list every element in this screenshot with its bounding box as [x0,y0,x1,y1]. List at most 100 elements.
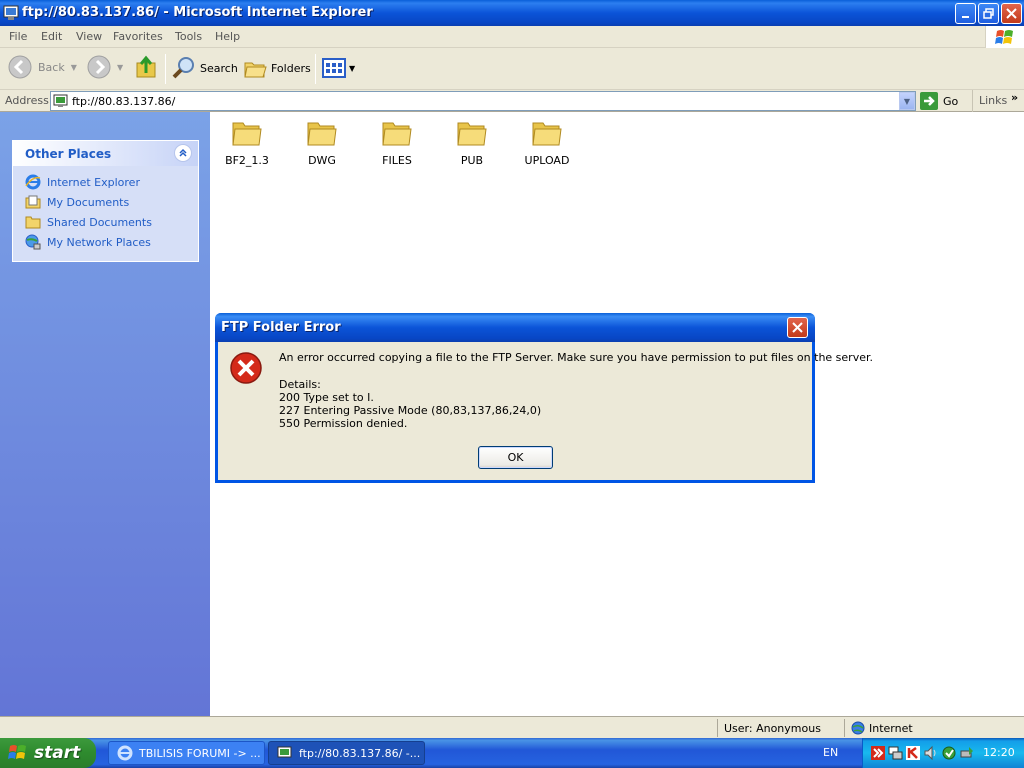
go-button[interactable]: Go [920,92,958,110]
restore-button[interactable] [978,3,999,24]
start-button[interactable]: start [0,738,96,768]
antivirus-icon[interactable] [870,745,886,761]
folder-icon [457,122,487,146]
close-icon [1006,8,1017,19]
detail-line: 550 Permission denied. [279,417,408,430]
folder-icon [532,122,562,146]
menu-file[interactable]: File [9,30,27,43]
collapse-panel-button[interactable] [174,144,192,162]
folder-item[interactable]: FILES [367,118,427,167]
tray-utility-icon[interactable] [941,745,957,761]
close-window-button[interactable] [1001,3,1022,24]
place-shared-documents[interactable]: Shared Documents [25,213,152,231]
safely-remove-hardware-icon[interactable] [959,745,975,761]
folders-icon [244,62,267,78]
details-label: Details: [279,378,321,391]
status-bar: User: Anonymous Internet [0,716,1024,738]
taskbar: start TBILISIS FORUMI -> ... ftp://80.83… [0,738,1024,768]
windows-logo [985,26,1024,48]
status-zone: Internet [844,719,1024,737]
network-icon [25,234,41,250]
menu-edit[interactable]: Edit [41,30,62,43]
address-input[interactable]: ftp://80.83.137.86/ ▼ [50,91,916,111]
standard-toolbar: Back ▼ ▼ Search Folders ▼ [0,48,1024,90]
place-internet-explorer[interactable]: Internet Explorer [25,173,140,191]
dialog-close-button[interactable] [787,317,808,338]
menu-bar: File Edit View Favorites Tools Help [0,26,1024,48]
other-places-header[interactable]: Other Places [13,141,198,166]
folder-name: BF2_1.3 [225,154,269,167]
detail-line: 200 Type set to I. [279,391,374,404]
folder-icon [25,216,41,229]
menu-favorites[interactable]: Favorites [113,30,163,43]
up-folder-icon [136,55,156,78]
search-icon [172,57,194,79]
close-icon [792,322,803,333]
folder-name: FILES [382,154,412,167]
folder-item[interactable]: DWG [292,118,352,167]
network-connection-icon[interactable] [887,745,903,761]
my-documents-icon [25,195,41,209]
window-titlebar[interactable]: ftp://80.83.137.86/ - Microsoft Internet… [0,0,1024,26]
folder-icon [307,122,337,146]
toolbar-separator [315,54,316,84]
ftp-error-dialog: FTP Folder Error An error occurred copyi… [215,313,873,483]
toolbar-separator [165,54,166,84]
clock[interactable]: 12:20 [983,746,1015,759]
address-label: Address [5,94,49,107]
window-title: ftp://80.83.137.86/ - Microsoft Internet… [22,5,373,20]
forward-button[interactable]: ▼ [87,55,123,79]
place-my-documents[interactable]: My Documents [25,193,129,211]
ie-icon [25,174,41,190]
internet-globe-icon [851,721,865,735]
address-value: ftp://80.83.137.86/ [72,95,176,108]
up-folder-button[interactable] [135,55,159,84]
other-places-title: Other Places [25,147,112,161]
folders-button[interactable]: Folders [243,56,311,80]
minimize-button[interactable] [955,3,976,24]
folder-item[interactable]: PUB [442,118,502,167]
forward-dropdown-icon[interactable]: ▼ [117,63,123,72]
explorer-task-pane: Other Places Internet Explorer My Docume… [0,112,210,716]
views-button[interactable]: ▼ [322,57,355,79]
other-places-panel: Other Places Internet Explorer My Docume… [12,140,199,262]
ok-button[interactable]: OK [478,446,553,469]
dialog-title: FTP Folder Error [221,320,341,335]
windows-flag-icon [995,30,1013,44]
search-button[interactable]: Search [172,56,238,80]
folder-name: PUB [460,154,484,167]
menu-view[interactable]: View [76,30,102,43]
language-indicator[interactable]: EN [823,746,838,759]
detail-line: 227 Entering Passive Mode (80,83,137,86,… [279,404,542,417]
address-bar: Address ftp://80.83.137.86/ ▼ Go Links » [0,90,1024,112]
volume-icon[interactable] [923,745,939,761]
ie-icon [117,745,133,761]
dialog-titlebar[interactable]: FTP Folder Error [215,313,815,342]
windows-flag-icon [8,745,26,759]
ie-window-icon [3,5,19,20]
restore-icon [983,8,994,19]
folder-item[interactable]: BF2_1.3 [217,118,277,167]
folder-icon [382,122,412,146]
taskbar-button-ftp[interactable]: ftp://80.83.137.86/ -... [268,741,425,765]
place-my-network-places[interactable]: My Network Places [25,233,151,251]
back-arrow-icon [8,55,32,79]
kaspersky-icon[interactable] [905,745,921,761]
address-dropdown-button[interactable]: ▼ [899,92,915,110]
links-chevron-icon[interactable]: » [1011,91,1018,104]
views-icon [322,58,346,78]
error-message: An error occurred copying a file to the … [279,351,873,364]
minimize-icon [961,15,969,18]
views-dropdown-icon[interactable]: ▼ [349,64,355,73]
folder-name: DWG [308,154,336,167]
menu-help[interactable]: Help [215,30,240,43]
back-button[interactable]: Back ▼ [8,55,77,79]
status-user: User: Anonymous [717,719,842,737]
folder-item[interactable]: UPLOAD [517,118,577,167]
taskbar-button-tbilisis-forumi[interactable]: TBILISIS FORUMI -> ... [108,741,265,765]
menu-tools[interactable]: Tools [175,30,202,43]
ftp-page-icon [53,94,68,107]
back-dropdown-icon[interactable]: ▼ [71,63,77,72]
links-label[interactable]: Links [979,94,1007,107]
folder-name: UPLOAD [524,154,570,167]
